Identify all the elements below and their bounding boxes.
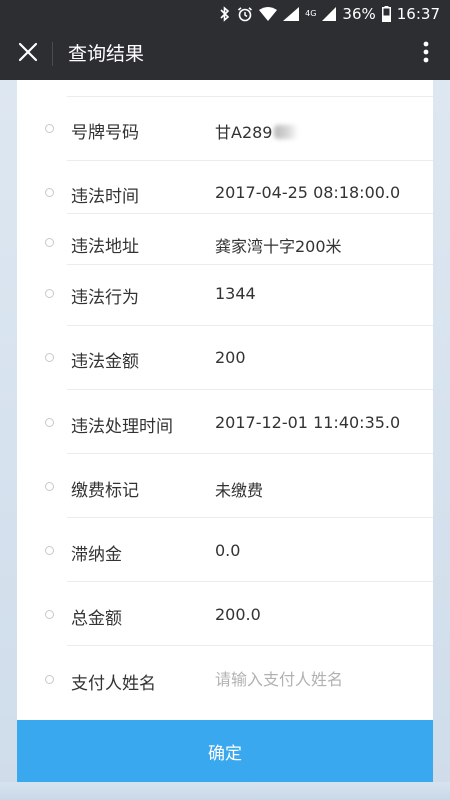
bullet-icon (45, 124, 54, 133)
list-item: 缴费标记 未缴费 (17, 454, 433, 518)
status-time: 16:37 (396, 5, 440, 23)
field-value: 未缴费 (215, 481, 264, 500)
status-bar: 4G 36% 16:37 (0, 0, 450, 28)
field-label: 违法金额 (71, 352, 139, 372)
list-item: 违法行为 1344 (17, 265, 433, 326)
field-label: 缴费标记 (71, 481, 139, 501)
blurred-plate-digits (273, 125, 298, 139)
bullet-icon (45, 610, 54, 619)
list-item: 号牌号码 甘A289 (17, 97, 433, 161)
field-label: 总金额 (71, 609, 122, 629)
field-label: 违法行为 (71, 288, 139, 308)
field-value: 2017-12-01 11:40:35.0 (215, 413, 401, 432)
list-item: 违法处理时间 2017-12-01 11:40:35.0 (17, 390, 433, 454)
list-item: 违法金额 200 (17, 326, 433, 390)
result-card: 号牌号码 甘A289 违法时间 2017-04-25 08:18:00.0 违法… (17, 80, 433, 720)
confirm-button[interactable]: 确定 (17, 720, 433, 782)
bluetooth-icon (219, 6, 231, 22)
alarm-icon (237, 6, 253, 22)
list-item: 违法地址 龚家湾十字200米 (17, 214, 433, 265)
payer-name-row: 支付人姓名 (17, 646, 433, 710)
list-item: 滞纳金 0.0 (17, 518, 433, 582)
payer-name-label: 支付人姓名 (71, 674, 156, 694)
network-type-label: 4G (305, 9, 317, 18)
list-item: 总金额 200.0 (17, 582, 433, 646)
page-title: 查询结果 (68, 43, 145, 65)
field-value: 甘A289 (215, 123, 273, 142)
bullet-icon (45, 675, 54, 684)
status-icons: 4G 36% 16:37 (219, 0, 440, 28)
battery-percent: 36% (342, 5, 376, 23)
field-label: 违法地址 (71, 237, 139, 257)
battery-icon (381, 6, 391, 22)
nav-bar: 查询结果 (0, 28, 450, 80)
field-label: 违法处理时间 (71, 417, 173, 437)
field-value: 0.0 (215, 541, 241, 560)
field-value: 2017-04-25 08:18:00.0 (215, 183, 401, 202)
bullet-icon (45, 418, 54, 427)
wifi-icon (259, 7, 278, 21)
field-label: 滞纳金 (71, 545, 122, 565)
close-button[interactable] (14, 40, 42, 68)
close-icon (18, 42, 38, 66)
field-label: 违法时间 (71, 187, 139, 207)
background-strip (0, 782, 450, 800)
field-value: 1344 (215, 284, 256, 303)
bullet-icon (45, 482, 54, 491)
more-button[interactable] (414, 40, 438, 68)
bullet-icon (45, 188, 54, 197)
payer-name-input[interactable] (215, 666, 415, 692)
bullet-icon (45, 546, 54, 555)
field-value: 200 (215, 348, 246, 367)
list-item: 违法时间 2017-04-25 08:18:00.0 (17, 161, 433, 214)
bullet-icon (45, 238, 54, 247)
plate-value-wrapper: 甘A289 (215, 119, 298, 143)
field-value: 200.0 (215, 605, 261, 624)
field-label: 号牌号码 (71, 123, 139, 143)
signal-icon (283, 7, 300, 21)
bullet-icon (45, 289, 54, 298)
signal-icon-secondary (322, 7, 337, 21)
bullet-icon (45, 353, 54, 362)
field-value: 龚家湾十字200米 (215, 237, 342, 256)
more-vertical-icon (423, 41, 429, 67)
nav-divider (52, 42, 53, 66)
